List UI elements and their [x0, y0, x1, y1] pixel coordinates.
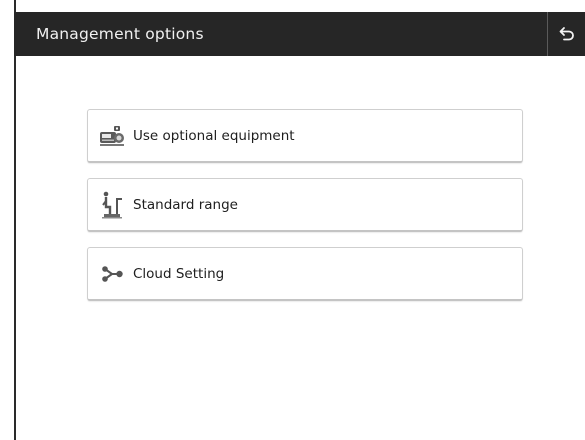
standard-range-icon [99, 191, 125, 218]
option-label: Standard range [133, 196, 238, 213]
option-label: Use optional equipment [133, 127, 295, 144]
outer-margin [0, 0, 14, 440]
use-optional-equipment-button[interactable]: Use optional equipment [87, 109, 523, 163]
title-bar: Management options [14, 12, 585, 56]
page-title: Management options [36, 25, 204, 43]
back-arrow-icon [559, 27, 574, 41]
optional-equipment-icon [99, 123, 125, 149]
app-window: Management options Use optional equipmen… [0, 0, 585, 440]
option-label: Cloud Setting [133, 265, 225, 282]
back-button[interactable] [548, 12, 585, 56]
cloud-setting-button[interactable]: Cloud Setting [87, 247, 523, 301]
cloud-share-icon [99, 261, 125, 287]
standard-range-button[interactable]: Standard range [87, 178, 523, 232]
main-content: Use optional equipment Standard range Cl… [16, 56, 585, 440]
